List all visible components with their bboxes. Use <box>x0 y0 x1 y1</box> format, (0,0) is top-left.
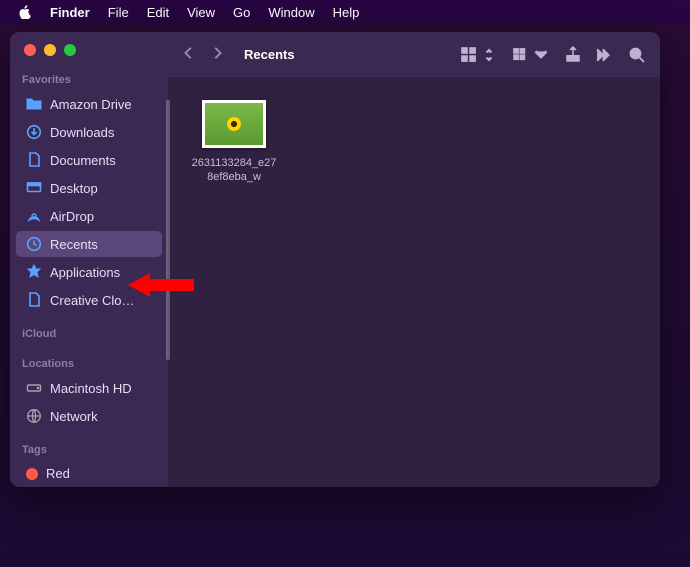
menu-view[interactable]: View <box>187 5 215 20</box>
sidebar-item-downloads[interactable]: Downloads <box>16 119 162 145</box>
view-grid-button[interactable] <box>460 46 498 64</box>
sidebar-item-label: Documents <box>50 153 116 168</box>
globe-icon <box>26 408 42 424</box>
sidebar-item-documents[interactable]: Documents <box>16 147 162 173</box>
file-name: 2631133284_e278ef8eba_w <box>192 156 277 185</box>
file-item[interactable]: 2631133284_e278ef8eba_w <box>188 100 280 185</box>
main-pane: Recents 2631133284_e278ef8eba_w <box>168 32 660 487</box>
menu-file[interactable]: File <box>108 5 129 20</box>
applications-icon <box>26 264 42 280</box>
window-controls <box>10 32 168 70</box>
sidebar-item-label: Red <box>46 466 70 481</box>
sidebar-item-label: Network <box>50 409 98 424</box>
sidebar-tag-red[interactable]: Red <box>16 461 162 486</box>
sidebar-item-amazon-drive[interactable]: Amazon Drive <box>16 91 162 117</box>
harddrive-icon <box>26 380 42 396</box>
app-name[interactable]: Finder <box>50 5 90 20</box>
menu-help[interactable]: Help <box>333 5 360 20</box>
apple-menu-icon[interactable] <box>18 5 32 19</box>
sidebar-item-label: Amazon Drive <box>50 97 132 112</box>
sidebar-item-label: Recents <box>50 237 98 252</box>
file-thumbnail <box>202 100 266 148</box>
menu-window[interactable]: Window <box>268 5 314 20</box>
window-title: Recents <box>244 47 295 62</box>
favorites-header: Favorites <box>10 70 168 90</box>
minimize-button[interactable] <box>44 44 56 56</box>
sidebar-item-desktop[interactable]: Desktop <box>16 175 162 201</box>
close-button[interactable] <box>24 44 36 56</box>
icloud-header: iCloud <box>10 324 168 344</box>
forward-button[interactable] <box>210 46 224 63</box>
folder-icon <box>26 96 42 112</box>
document-icon <box>26 152 42 168</box>
share-button[interactable] <box>564 46 582 64</box>
sidebar-item-label: Macintosh HD <box>50 381 132 396</box>
sidebar-item-airdrop[interactable]: AirDrop <box>16 203 162 229</box>
finder-window: Favorites Amazon Drive Downloads Documen… <box>10 32 660 487</box>
clock-icon <box>26 236 42 252</box>
desktop-icon <box>26 180 42 196</box>
sidebar-item-label: Downloads <box>50 125 114 140</box>
sidebar-scrollbar[interactable] <box>166 100 170 360</box>
back-button[interactable] <box>182 46 196 63</box>
zoom-button[interactable] <box>64 44 76 56</box>
search-button[interactable] <box>628 46 646 64</box>
sidebar-item-label: Applications <box>50 265 120 280</box>
sidebar-item-label: Desktop <box>50 181 98 196</box>
sidebar-item-label: Creative Clo… <box>50 293 135 308</box>
sidebar-item-recents[interactable]: Recents <box>16 231 162 257</box>
tags-header: Tags <box>10 440 168 460</box>
file-icon <box>26 292 42 308</box>
airdrop-icon <box>26 208 42 224</box>
sidebar-item-macintosh-hd[interactable]: Macintosh HD <box>16 375 162 401</box>
macos-menubar: Finder File Edit View Go Window Help <box>0 0 690 24</box>
sidebar-item-network[interactable]: Network <box>16 403 162 429</box>
more-toolbar-button[interactable] <box>596 46 614 64</box>
file-grid[interactable]: 2631133284_e278ef8eba_w <box>168 78 660 487</box>
group-button[interactable] <box>512 46 550 64</box>
menu-edit[interactable]: Edit <box>147 5 169 20</box>
toolbar: Recents <box>168 32 660 78</box>
tag-color-icon <box>26 468 38 480</box>
locations-header: Locations <box>10 354 168 374</box>
download-icon <box>26 124 42 140</box>
annotation-arrow <box>128 273 194 297</box>
menu-go[interactable]: Go <box>233 5 250 20</box>
sidebar-item-label: AirDrop <box>50 209 94 224</box>
sidebar: Favorites Amazon Drive Downloads Documen… <box>10 32 168 487</box>
